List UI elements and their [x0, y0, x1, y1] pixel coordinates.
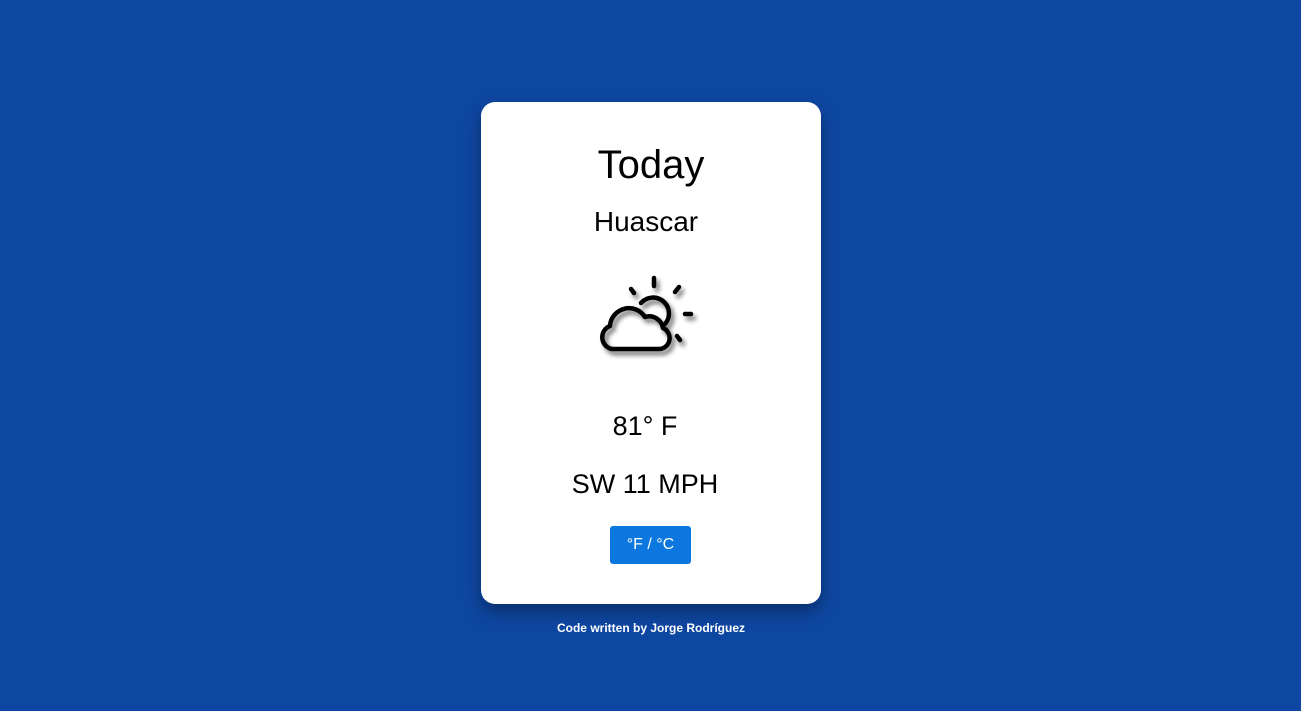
unit-toggle-button[interactable]: °F / °C [610, 526, 691, 564]
footer-credit: Code written by Jorge Rodríguez [556, 621, 745, 635]
temperature-value: 81° F [612, 411, 678, 441]
weather-card: Today Huascar 81° F SW 11 MPH °F / °C [481, 102, 821, 604]
wind-value: SW 11 MPH [571, 469, 719, 499]
location-name: Huascar [593, 206, 699, 237]
day-title: Today [597, 143, 705, 187]
partly-cloudy-icon [600, 275, 694, 352]
